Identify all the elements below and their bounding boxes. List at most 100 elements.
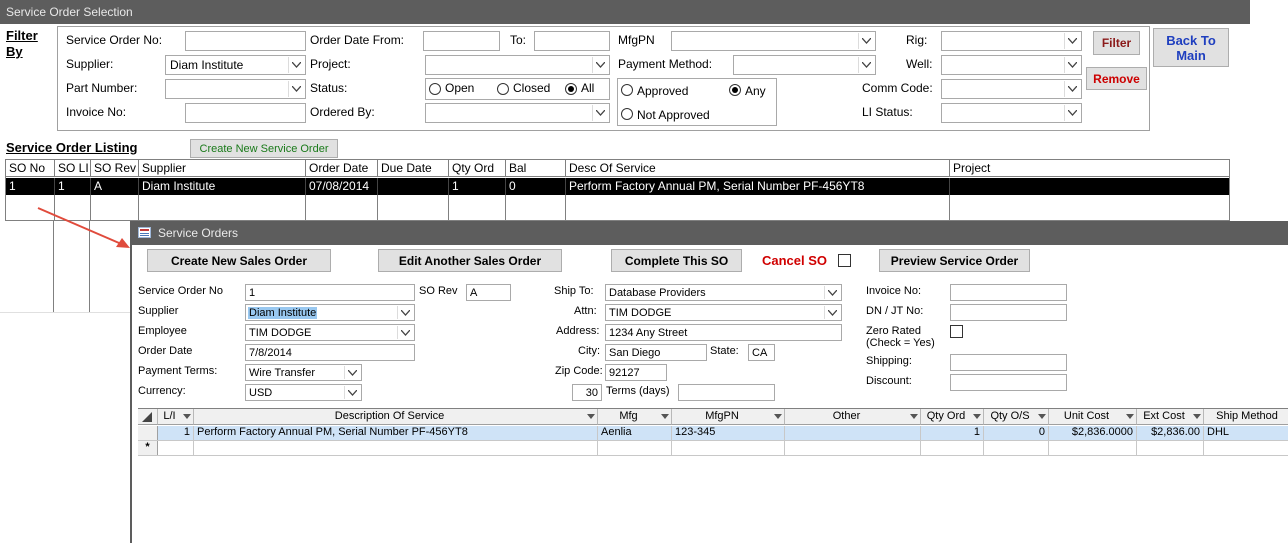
grid-select-all[interactable] bbox=[138, 409, 158, 425]
so-order-date-input[interactable]: 7/8/2014 bbox=[245, 344, 415, 361]
chevron-down-icon[interactable] bbox=[344, 366, 360, 379]
lines-cell[interactable] bbox=[1204, 441, 1288, 455]
lines-cell[interactable] bbox=[785, 426, 921, 440]
chevron-down-icon[interactable] bbox=[1064, 33, 1080, 49]
so-shipping-input[interactable] bbox=[950, 354, 1067, 371]
chevron-down-icon[interactable] bbox=[858, 57, 874, 73]
lines-cell[interactable]: 0 bbox=[984, 426, 1049, 440]
lines-col-li[interactable]: L/I bbox=[158, 409, 194, 425]
complete-this-so-button[interactable]: Complete This SO bbox=[611, 249, 742, 272]
lines-col-mfgpn[interactable]: MfgPN bbox=[672, 409, 785, 425]
lines-cell[interactable] bbox=[1049, 441, 1137, 455]
status-all-radio[interactable] bbox=[565, 83, 577, 95]
so-zero-rated-checkbox[interactable] bbox=[950, 325, 963, 338]
listing-col-due-date[interactable]: Due Date bbox=[378, 160, 449, 177]
ordered-by-combo[interactable] bbox=[425, 103, 610, 123]
listing-col-supplier[interactable]: Supplier bbox=[139, 160, 306, 177]
lines-col-ship-method[interactable]: Ship Method bbox=[1204, 409, 1288, 425]
chevron-down-icon[interactable] bbox=[824, 306, 840, 319]
listing-col-order-date[interactable]: Order Date bbox=[306, 160, 378, 177]
lines-cell[interactable] bbox=[984, 441, 1049, 455]
chevron-down-icon[interactable] bbox=[1064, 105, 1080, 121]
so-rev-input[interactable]: A bbox=[466, 284, 511, 301]
listing-col-bal[interactable]: Bal bbox=[506, 160, 566, 177]
so-supplier-combo[interactable]: Diam Institute bbox=[245, 304, 415, 321]
comm-code-combo[interactable] bbox=[941, 79, 1082, 99]
lines-new-row[interactable]: * bbox=[138, 441, 1288, 456]
invoice-no-input[interactable] bbox=[185, 103, 306, 123]
status-open-radio[interactable] bbox=[429, 83, 441, 95]
so-discount-input[interactable] bbox=[950, 374, 1067, 391]
chevron-down-icon[interactable] bbox=[592, 105, 608, 121]
create-new-sales-order-button[interactable]: Create New Sales Order bbox=[147, 249, 331, 272]
lines-cell[interactable] bbox=[785, 441, 921, 455]
project-combo[interactable] bbox=[425, 55, 610, 75]
listing-col-so-li[interactable]: SO LI bbox=[55, 160, 91, 177]
lines-row[interactable]: 1 Perform Factory Annual PM, Serial Numb… bbox=[138, 426, 1288, 441]
lines-cell[interactable] bbox=[921, 441, 984, 455]
listing-col-so-no[interactable]: SO No bbox=[6, 160, 55, 177]
chevron-down-icon[interactable] bbox=[344, 386, 360, 399]
order-date-to-input[interactable] bbox=[534, 31, 610, 51]
rig-combo[interactable] bbox=[941, 31, 1082, 51]
chevron-down-icon[interactable] bbox=[1064, 57, 1080, 73]
cancel-so-checkbox[interactable] bbox=[838, 254, 851, 267]
so-address-input[interactable]: 1234 Any Street bbox=[605, 324, 842, 341]
filter-button[interactable]: Filter bbox=[1093, 31, 1140, 55]
back-to-main-button[interactable]: Back To Main bbox=[1153, 28, 1229, 67]
lines-cell[interactable]: $2,836.00 bbox=[1137, 426, 1204, 440]
listing-row[interactable]: 1 1 A Diam Institute 07/08/2014 1 0 Perf… bbox=[6, 178, 1229, 195]
lines-cell[interactable] bbox=[194, 441, 598, 455]
chevron-down-icon[interactable] bbox=[858, 33, 874, 49]
so-state-input[interactable]: CA bbox=[748, 344, 775, 361]
lines-cell[interactable] bbox=[598, 441, 672, 455]
listing-col-qty-ord[interactable]: Qty Ord bbox=[449, 160, 506, 177]
approved-radio[interactable] bbox=[621, 84, 633, 96]
so-terms-days-input[interactable]: 30 bbox=[572, 384, 602, 401]
so-attn-combo[interactable]: TIM DODGE bbox=[605, 304, 842, 321]
so-payment-terms-combo[interactable]: Wire Transfer bbox=[245, 364, 362, 381]
chevron-down-icon[interactable] bbox=[288, 57, 304, 73]
chevron-down-icon[interactable] bbox=[288, 81, 304, 97]
chevron-down-icon[interactable] bbox=[1064, 81, 1080, 97]
lines-col-unit-cost[interactable]: Unit Cost bbox=[1049, 409, 1137, 425]
service-order-no-input[interactable] bbox=[185, 31, 306, 51]
lines-cell[interactable] bbox=[672, 441, 785, 455]
lines-cell[interactable]: $2,836.0000 bbox=[1049, 426, 1137, 440]
chevron-down-icon[interactable] bbox=[397, 306, 413, 319]
lines-cell[interactable] bbox=[1137, 441, 1204, 455]
well-combo[interactable] bbox=[941, 55, 1082, 75]
create-new-service-order-button[interactable]: Create New Service Order bbox=[190, 139, 338, 158]
lines-cell[interactable]: DHL bbox=[1204, 426, 1288, 440]
chevron-down-icon[interactable] bbox=[592, 57, 608, 73]
so-currency-combo[interactable]: USD bbox=[245, 384, 362, 401]
lines-col-ext-cost[interactable]: Ext Cost bbox=[1137, 409, 1204, 425]
lines-col-other[interactable]: Other bbox=[785, 409, 921, 425]
not-approved-radio[interactable] bbox=[621, 108, 633, 120]
new-record-marker[interactable]: * bbox=[138, 441, 158, 455]
chevron-down-icon[interactable] bbox=[824, 286, 840, 299]
lines-cell[interactable]: 1 bbox=[158, 426, 194, 440]
lines-cell[interactable] bbox=[158, 441, 194, 455]
lines-cell[interactable]: Aenlia bbox=[598, 426, 672, 440]
order-date-from-input[interactable] bbox=[423, 31, 500, 51]
so-dn-jt-input[interactable] bbox=[950, 304, 1067, 321]
li-status-combo[interactable] bbox=[941, 103, 1082, 123]
any-radio[interactable] bbox=[729, 84, 741, 96]
edit-another-sales-order-button[interactable]: Edit Another Sales Order bbox=[378, 249, 562, 272]
so-zip-input[interactable]: 92127 bbox=[605, 364, 667, 381]
lines-col-qty-ord[interactable]: Qty Ord bbox=[921, 409, 984, 425]
lines-cell[interactable]: 123-345 bbox=[672, 426, 785, 440]
lines-col-description[interactable]: Description Of Service bbox=[194, 409, 598, 425]
remove-button[interactable]: Remove bbox=[1086, 67, 1147, 90]
so-terms-extra-input[interactable] bbox=[678, 384, 775, 401]
listing-col-so-rev[interactable]: SO Rev bbox=[91, 160, 139, 177]
lines-cell[interactable]: 1 bbox=[921, 426, 984, 440]
so-ship-to-combo[interactable]: Database Providers bbox=[605, 284, 842, 301]
chevron-down-icon[interactable] bbox=[397, 326, 413, 339]
mfgpn-combo[interactable] bbox=[671, 31, 876, 51]
so-service-order-no-input[interactable]: 1 bbox=[245, 284, 415, 301]
so-city-input[interactable]: San Diego bbox=[605, 344, 707, 361]
part-number-combo[interactable] bbox=[165, 79, 306, 99]
so-employee-combo[interactable]: TIM DODGE bbox=[245, 324, 415, 341]
